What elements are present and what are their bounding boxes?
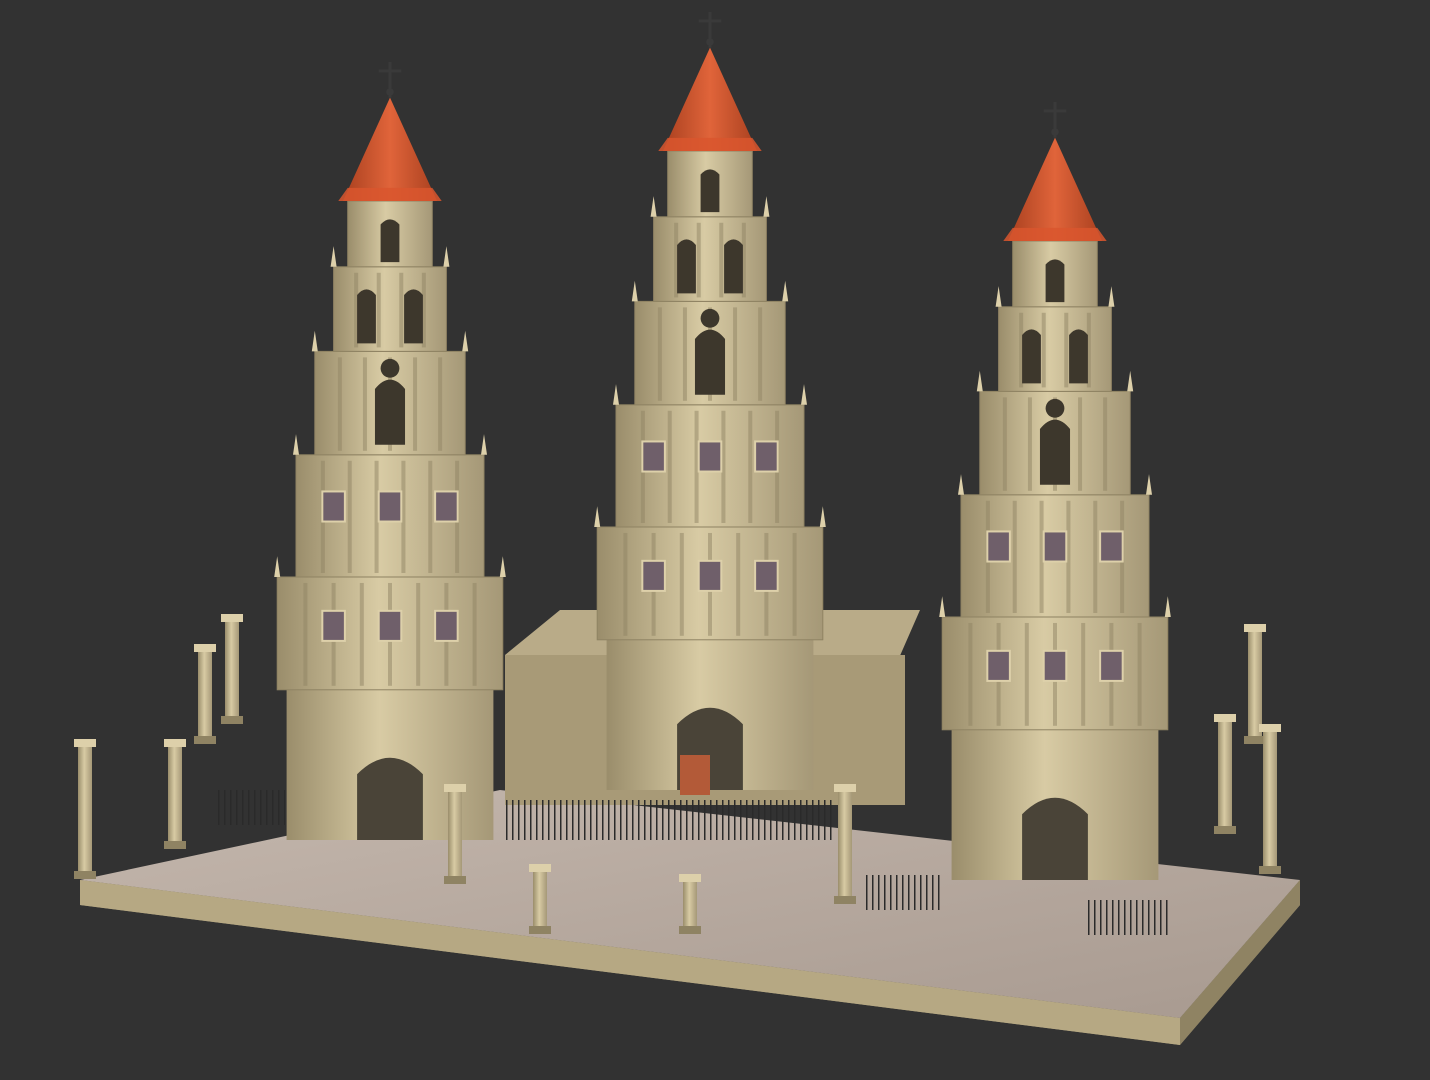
towers-group xyxy=(274,11,1171,880)
belfry-opening xyxy=(357,289,376,344)
tiled-spire-roof xyxy=(663,47,757,151)
tiled-spire-roof xyxy=(1008,137,1102,241)
tower-window xyxy=(377,609,403,642)
tower-window xyxy=(1099,530,1124,563)
tower-window xyxy=(321,609,346,642)
fence-right xyxy=(1085,900,1170,935)
tower-window xyxy=(434,490,459,523)
tower-tier-4 xyxy=(998,306,1112,392)
plaza-column-11 xyxy=(1214,714,1236,834)
plaza-column-2 xyxy=(164,739,186,849)
tower-window xyxy=(697,559,723,592)
bell-opening xyxy=(1039,419,1071,485)
tower-window xyxy=(321,490,346,523)
cathedral-render xyxy=(74,11,1300,1045)
porch-arch xyxy=(357,757,423,840)
oculus-window xyxy=(700,308,720,328)
bell-tower-2 xyxy=(594,11,826,790)
belfry-opening xyxy=(677,239,696,294)
tower-window xyxy=(434,609,459,642)
belfry-opening xyxy=(724,239,743,294)
bell-opening xyxy=(694,329,726,395)
fence-center xyxy=(505,800,835,840)
tower-tier-4 xyxy=(333,266,447,352)
tower-window xyxy=(1042,530,1068,563)
fence-right-front xyxy=(865,875,940,910)
tower-window xyxy=(986,649,1011,682)
tiled-spire-roof xyxy=(343,97,437,201)
tower-tier-4 xyxy=(653,216,767,302)
tower-window xyxy=(641,440,666,473)
bell-tower-3 xyxy=(939,101,1171,880)
belfry-opening xyxy=(404,289,423,344)
central-door xyxy=(680,755,710,795)
oculus-window xyxy=(1045,398,1065,418)
bell-tower-1 xyxy=(274,61,506,840)
plaza-column-10 xyxy=(1259,724,1281,874)
tower-window xyxy=(1099,649,1124,682)
porch-arch xyxy=(1022,797,1088,880)
fence-left xyxy=(215,790,285,825)
tower-window xyxy=(641,559,666,592)
tower-window xyxy=(1042,649,1068,682)
belfry-opening xyxy=(1022,329,1041,384)
belfry-opening xyxy=(1069,329,1088,384)
tower-window xyxy=(754,559,779,592)
tower-window xyxy=(697,440,723,473)
render-viewport xyxy=(0,0,1430,1080)
tower-window xyxy=(986,530,1011,563)
plaza-column-1 xyxy=(74,739,96,879)
oculus-window xyxy=(380,358,400,378)
plaza-column-4 xyxy=(221,614,243,724)
plaza-column-3 xyxy=(194,644,216,744)
tower-window xyxy=(754,440,779,473)
tower-window xyxy=(377,490,403,523)
bell-opening xyxy=(374,379,406,445)
